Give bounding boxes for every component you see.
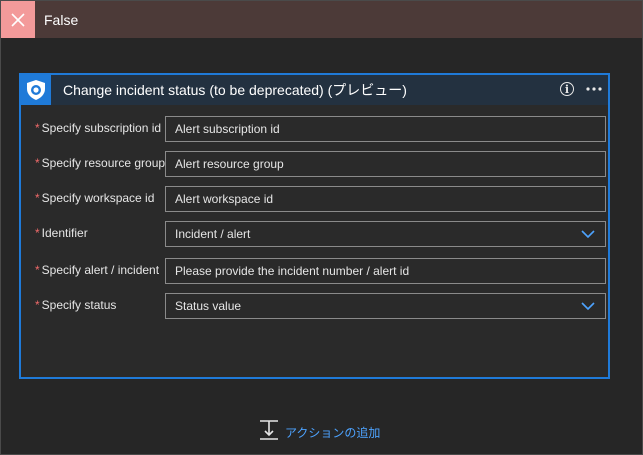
action-card-header[interactable]: Change incident status (to be deprecated… [21, 75, 608, 105]
required-marker: * [35, 263, 40, 277]
required-marker: * [35, 298, 40, 312]
field-value: Status value [175, 299, 242, 313]
branch-title: False [44, 11, 79, 28]
field-value: Alert resource group [175, 157, 284, 171]
field-label: * Specify alert / incident [35, 263, 159, 277]
field-value: Alert subscription id [175, 122, 280, 136]
field-input[interactable]: Alert workspace id [165, 186, 606, 212]
add-action-button[interactable]: アクションの追加 [259, 419, 380, 446]
field-dropdown[interactable]: Status value [165, 293, 606, 319]
field-value: Please provide the incident number / ale… [175, 264, 410, 278]
field-label-text: Specify status [41, 298, 117, 312]
field-input[interactable]: Please provide the incident number / ale… [165, 258, 606, 284]
required-marker: * [35, 156, 40, 170]
field-value: Incident / alert [175, 227, 251, 241]
field-row: * Specify subscription id Alert subscripti… [21, 116, 608, 144]
field-label: * Specify workspace id [35, 191, 154, 205]
field-input[interactable]: Alert subscription id [165, 116, 606, 142]
field-row: * Identifier Incident / alert [21, 221, 608, 249]
field-label-text: Specify workspace id [41, 191, 155, 205]
field-label-text: Specify resource group [41, 156, 166, 170]
field-row: * Specify status Status value [21, 293, 608, 321]
designer-canvas: False Change incident status (to be depr… [0, 0, 643, 455]
more-icon[interactable] [582, 79, 606, 99]
required-marker: * [35, 121, 40, 135]
required-marker: * [35, 191, 40, 205]
close-icon[interactable] [1, 1, 35, 38]
field-input[interactable]: Alert resource group [165, 151, 606, 177]
field-row: * Specify resource group Alert resource gr… [21, 151, 608, 179]
add-action-icon [259, 419, 279, 446]
branch-header-false[interactable]: False [1, 1, 642, 38]
field-label-text: Specify alert / incident [41, 263, 160, 277]
chevron-down-icon[interactable] [581, 229, 595, 239]
field-dropdown[interactable]: Incident / alert [165, 221, 606, 247]
field-label: * Specify status [35, 298, 116, 312]
field-label: * Specify subscription id [35, 121, 161, 135]
action-card[interactable]: Change incident status (to be deprecated… [19, 73, 610, 379]
field-label-text: Specify subscription id [41, 121, 162, 135]
action-card-title: Change incident status (to be deprecated… [63, 82, 407, 98]
chevron-down-icon[interactable] [581, 301, 595, 311]
add-action-label: アクションの追加 [285, 426, 381, 440]
field-value: Alert workspace id [175, 192, 274, 206]
field-row: * Specify alert / incident Please provide … [21, 258, 608, 286]
field-row: * Specify workspace id Alert workspace id [21, 186, 608, 214]
sentinel-shield-icon [21, 75, 51, 105]
required-marker: * [35, 226, 40, 240]
field-label-text: Identifier [41, 226, 88, 240]
field-label: * Specify resource group [35, 156, 165, 170]
field-label: * Identifier [35, 226, 88, 240]
info-icon[interactable]: i [560, 82, 574, 96]
